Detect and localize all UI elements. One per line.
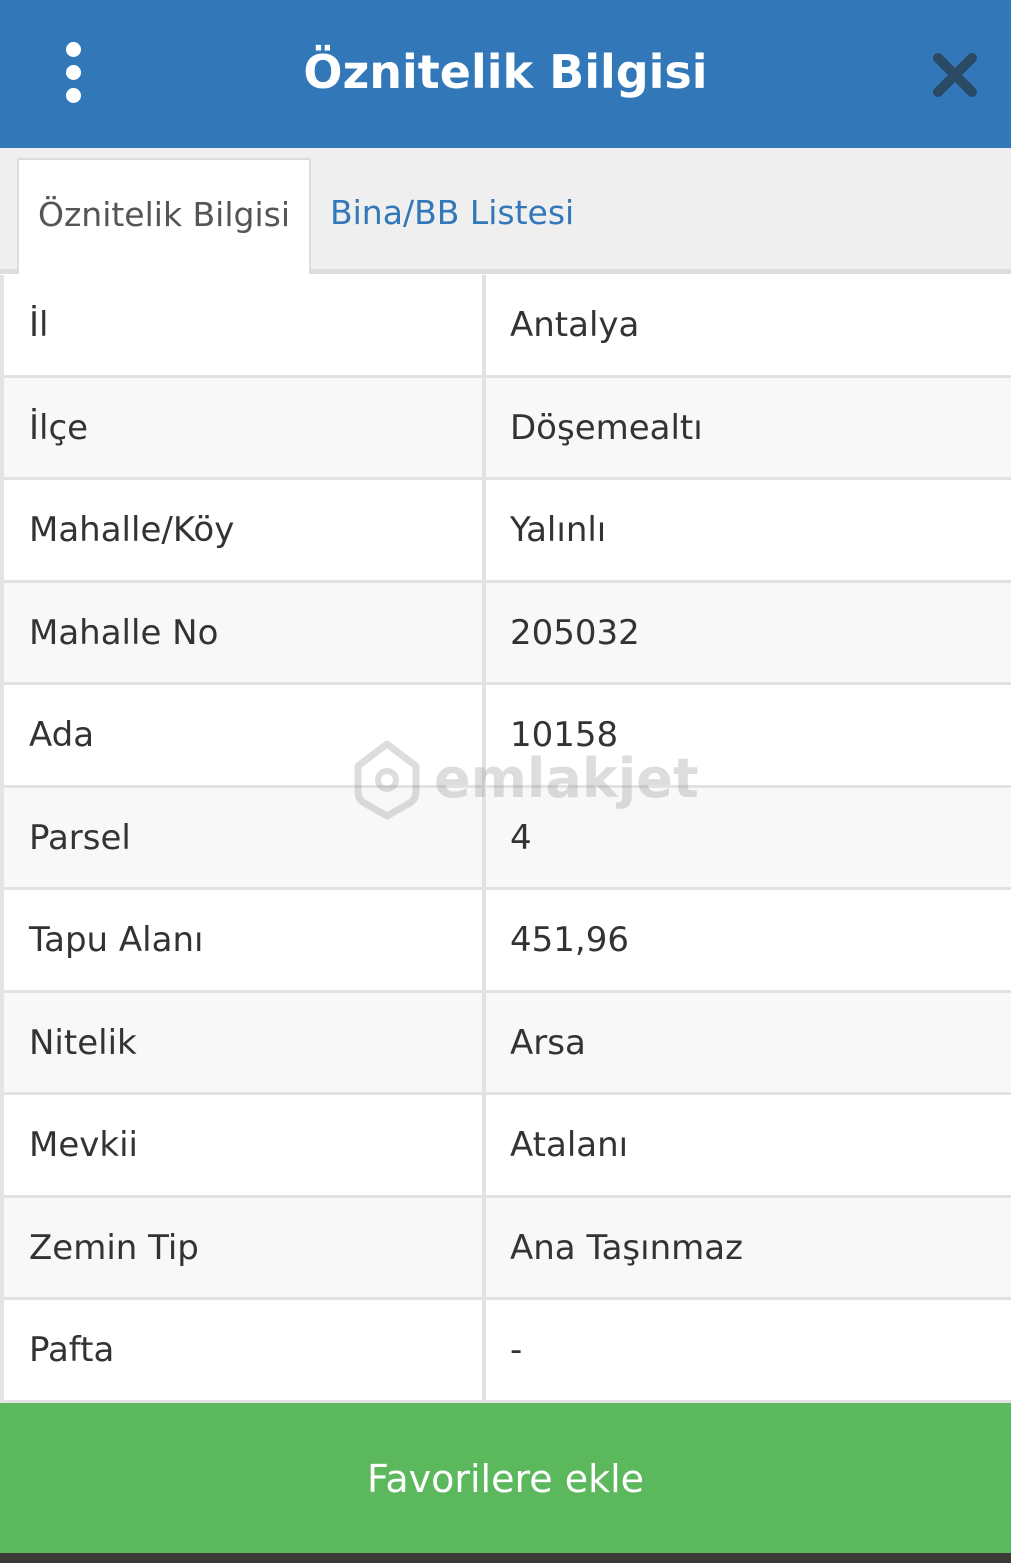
- table-row: Mahalle/Köy Yalınlı: [4, 480, 1011, 583]
- attribute-value: 4: [510, 817, 532, 858]
- table-row: Pafta -: [4, 1300, 1011, 1403]
- table-row: Zemin Tip Ana Taşınmaz: [4, 1197, 1011, 1300]
- attribute-label: Mahalle/Köy: [29, 510, 235, 550]
- attribute-label: Tapu Alanı: [29, 920, 204, 960]
- close-icon[interactable]: [930, 50, 980, 100]
- attribute-value: Yalınlı: [510, 510, 607, 550]
- attribute-label: Pafta: [29, 1330, 115, 1370]
- attribute-label: Parsel: [29, 817, 131, 858]
- attribute-value: -: [510, 1330, 523, 1370]
- table-row: Tapu Alanı 451,96: [4, 890, 1011, 993]
- table-row: Mahalle No 205032: [4, 582, 1011, 685]
- attribute-value: 451,96: [510, 920, 629, 960]
- tab-label: Öznitelik Bilgisi: [37, 195, 290, 234]
- attribute-value: Arsa: [510, 1022, 586, 1063]
- attribute-info-screen: Öznitelik Bilgisi Öznitelik Bilgisi Bina…: [0, 0, 1011, 1563]
- attribute-label: Ada: [29, 715, 95, 755]
- attribute-value: Döşemealtı: [510, 407, 703, 448]
- attribute-label: İlçe: [29, 407, 89, 448]
- attribute-label: Mahalle No: [29, 612, 219, 653]
- attribute-label: Zemin Tip: [29, 1227, 199, 1268]
- attribute-label: Mevkii: [29, 1125, 138, 1165]
- page-title: Öznitelik Bilgisi: [303, 45, 708, 99]
- background-strip: [0, 1553, 1011, 1563]
- table-row: Parsel 4: [4, 787, 1011, 890]
- table-row: İlçe Döşemealtı: [4, 377, 1011, 480]
- table-row: Ada 10158: [4, 685, 1011, 788]
- tab-building-list[interactable]: Bina/BB Listesi: [330, 188, 574, 238]
- tab-label: Bina/BB Listesi: [330, 193, 575, 232]
- add-to-favorites-label: Favorilere ekle: [366, 1457, 645, 1501]
- attribute-table: İl Antalya İlçe Döşemealtı Mahalle/Köy Y…: [0, 275, 1011, 1403]
- attribute-label: Nitelik: [29, 1022, 137, 1063]
- attribute-value: 205032: [510, 612, 640, 653]
- table-row: Nitelik Arsa: [4, 992, 1011, 1095]
- attribute-label: İl: [29, 305, 49, 345]
- attribute-value: Antalya: [510, 305, 640, 345]
- table-row: İl Antalya: [4, 275, 1011, 378]
- table-row: Mevkii Atalanı: [4, 1095, 1011, 1198]
- add-to-favorites-button[interactable]: Favorilere ekle: [0, 1403, 1011, 1553]
- attribute-value: 10158: [510, 715, 619, 755]
- attribute-value: Atalanı: [510, 1125, 629, 1165]
- header-bar: Öznitelik Bilgisi: [0, 0, 1011, 148]
- attribute-value: Ana Taşınmaz: [510, 1227, 743, 1268]
- tab-attribute-info[interactable]: Öznitelik Bilgisi: [17, 158, 311, 274]
